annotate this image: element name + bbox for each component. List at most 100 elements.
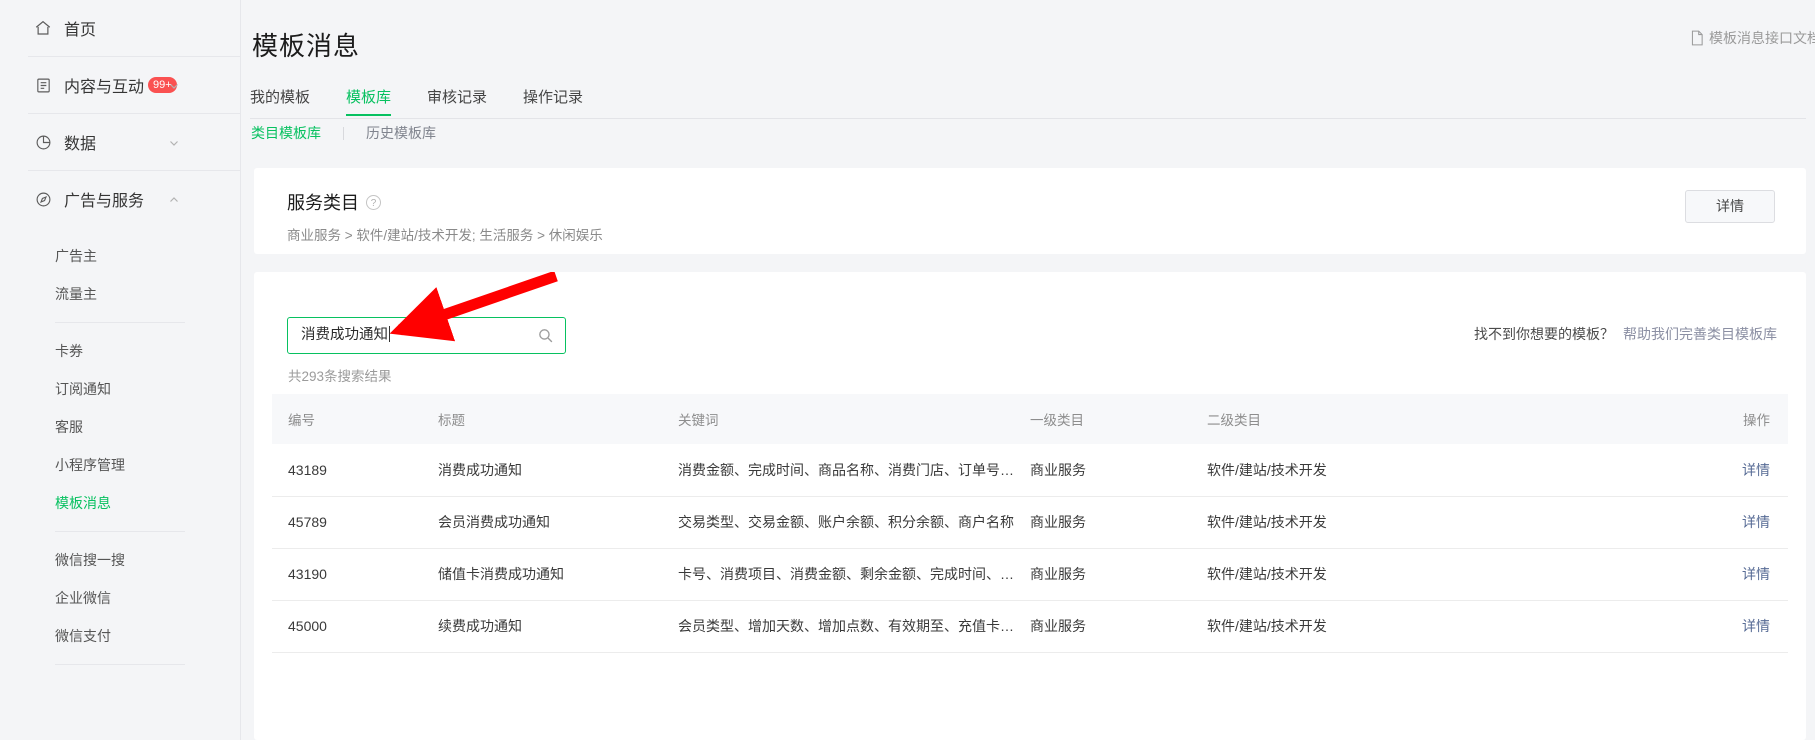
sidebar-item-ads-services[interactable]: 广告与服务 bbox=[0, 171, 240, 227]
cell-level2: 软件/建站/技术开发 bbox=[1191, 600, 1591, 652]
sidebar-item-subscribe-notify[interactable]: 订阅通知 bbox=[0, 370, 240, 408]
subtab-category-library[interactable]: 类目模板库 bbox=[251, 123, 321, 143]
cell-title: 续费成功通知 bbox=[422, 600, 662, 652]
col-header-level1: 一级类目 bbox=[1014, 394, 1191, 444]
improve-library-link[interactable]: 帮助我们完善类目模板库 bbox=[1623, 326, 1777, 342]
table-row[interactable]: 45000 续费成功通知 会员类型、增加天数、增加点数、有效期至、充值卡号、..… bbox=[272, 600, 1788, 652]
compass-icon bbox=[34, 190, 52, 208]
cell-action: 详情 bbox=[1591, 548, 1788, 600]
document-icon bbox=[1690, 30, 1704, 46]
tab-bar-divider bbox=[250, 118, 1806, 119]
help-icon[interactable]: ? bbox=[366, 195, 381, 210]
table-row[interactable]: 43190 储值卡消费成功通知 卡号、消费项目、消费金额、剩余金额、完成时间、卡… bbox=[272, 548, 1788, 600]
sidebar-item-content[interactable]: 内容与互动 99+ bbox=[0, 57, 240, 113]
col-header-action: 操作 bbox=[1591, 394, 1788, 444]
cell-title: 会员消费成功通知 bbox=[422, 496, 662, 548]
subtab-category-library-label: 类目模板库 bbox=[251, 125, 321, 141]
tab-my-templates-label: 我的模板 bbox=[250, 89, 310, 106]
sidebar-item-publisher[interactable]: 流量主 bbox=[0, 275, 240, 313]
sidebar-item-subscribe-notify-label: 订阅通知 bbox=[55, 379, 111, 399]
row-detail-link[interactable]: 详情 bbox=[1742, 514, 1770, 530]
no-template-question: 找不到你想要的模板？ bbox=[1474, 326, 1614, 342]
sidebar-item-advertiser-label: 广告主 bbox=[55, 246, 97, 266]
result-count: 共293条搜索结果 bbox=[288, 365, 392, 385]
cell-title: 消费成功通知 bbox=[422, 444, 662, 496]
template-results-card: 消费成功通知 找不到你想要的模板？ 帮助我们完善类目模板库 共293条搜索结果 编… bbox=[254, 272, 1806, 740]
sidebar-item-wechat-pay[interactable]: 微信支付 bbox=[0, 617, 240, 655]
template-message-doc-link-label: 模板消息接口文档 bbox=[1709, 28, 1815, 48]
sidebar-item-card-coupon-label: 卡券 bbox=[55, 341, 83, 361]
template-message-doc-link[interactable]: 模板消息接口文档 bbox=[1690, 28, 1815, 48]
sidebar-item-template-message[interactable]: 模板消息 bbox=[0, 484, 240, 522]
row-detail-link[interactable]: 详情 bbox=[1742, 462, 1770, 478]
service-category-path: 商业服务 > 软件/建站/技术开发; 生活服务 > 休闲娱乐 bbox=[287, 224, 603, 244]
sidebar-item-customer-service-label: 客服 bbox=[55, 417, 83, 437]
sidebar-item-advertiser[interactable]: 广告主 bbox=[0, 237, 240, 275]
sidebar-item-ads-services-label: 广告与服务 bbox=[64, 187, 144, 211]
tab-my-templates[interactable]: 我的模板 bbox=[250, 86, 310, 116]
sidebar-item-card-coupon[interactable]: 卡券 bbox=[0, 332, 240, 370]
cell-keywords: 卡号、消费项目、消费金额、剩余金额、完成时间、卡名... bbox=[662, 548, 1014, 600]
main-content: 模板消息接口文档 模板消息 我的模板 模板库 审核记录 操作记录 类目模板库 历… bbox=[241, 0, 1815, 740]
cell-level1: 商业服务 bbox=[1014, 496, 1191, 548]
search-icon[interactable] bbox=[537, 327, 554, 349]
sidebar-item-data[interactable]: 数据 bbox=[0, 114, 240, 170]
subtab-divider bbox=[343, 127, 344, 140]
page-root: 首页 内容与互动 99+ 数据 bbox=[0, 0, 1815, 740]
row-detail-link[interactable]: 详情 bbox=[1742, 566, 1770, 582]
service-category-card: 服务类目 ? 商业服务 > 软件/建站/技术开发; 生活服务 > 休闲娱乐 详情 bbox=[254, 168, 1806, 254]
service-category-title: 服务类目 bbox=[287, 189, 359, 215]
table-row[interactable]: 43189 消费成功通知 消费金额、完成时间、商品名称、消费门店、订单号、交..… bbox=[272, 444, 1788, 496]
sidebar-divider-5 bbox=[55, 531, 185, 532]
cell-keywords: 交易类型、交易金额、账户余额、积分余额、商户名称 bbox=[662, 496, 1014, 548]
data-pie-icon bbox=[34, 133, 52, 151]
tab-audit-records-label: 审核记录 bbox=[427, 89, 487, 106]
table-row[interactable]: 45789 会员消费成功通知 交易类型、交易金额、账户余额、积分余额、商户名称 … bbox=[272, 496, 1788, 548]
tab-audit-records[interactable]: 审核记录 bbox=[427, 86, 487, 116]
table-body: 43189 消费成功通知 消费金额、完成时间、商品名称、消费门店、订单号、交..… bbox=[272, 444, 1788, 652]
table-header-row: 编号 标题 关键词 一级类目 二级类目 操作 bbox=[272, 394, 1788, 444]
cell-action: 详情 bbox=[1591, 496, 1788, 548]
sub-spacer-a bbox=[0, 227, 240, 237]
cell-id: 43190 bbox=[272, 548, 422, 600]
chevron-down-icon[interactable] bbox=[168, 79, 180, 91]
sidebar-item-wechat-search[interactable]: 微信搜一搜 bbox=[0, 541, 240, 579]
sidebar-item-home[interactable]: 首页 bbox=[0, 0, 240, 56]
tab-operation-records[interactable]: 操作记录 bbox=[523, 86, 583, 116]
category-detail-button[interactable]: 详情 bbox=[1685, 190, 1775, 223]
sidebar-item-content-label: 内容与互动 bbox=[64, 73, 144, 97]
cell-level2: 软件/建站/技术开发 bbox=[1191, 444, 1591, 496]
sidebar-item-home-label: 首页 bbox=[64, 16, 96, 40]
row-detail-link[interactable]: 详情 bbox=[1742, 618, 1770, 634]
search-input-text: 消费成功通知 bbox=[301, 318, 390, 353]
chevron-down-icon[interactable] bbox=[168, 136, 180, 148]
col-header-keywords: 关键词 bbox=[662, 394, 1014, 444]
sidebar-item-wechat-search-label: 微信搜一搜 bbox=[55, 550, 125, 570]
sidebar-item-wecom-label: 企业微信 bbox=[55, 588, 111, 608]
search-input[interactable]: 消费成功通知 bbox=[287, 317, 566, 354]
content-icon bbox=[34, 76, 52, 94]
cell-action: 详情 bbox=[1591, 600, 1788, 652]
cell-keywords: 消费金额、完成时间、商品名称、消费门店、订单号、交... bbox=[662, 444, 1014, 496]
chevron-up-icon[interactable] bbox=[168, 193, 180, 205]
tab-template-library-label: 模板库 bbox=[346, 89, 391, 106]
sidebar-item-miniprogram[interactable]: 小程序管理 bbox=[0, 446, 240, 484]
sidebar-item-wechat-pay-label: 微信支付 bbox=[55, 626, 111, 646]
cell-level1: 商业服务 bbox=[1014, 548, 1191, 600]
tab-operation-records-label: 操作记录 bbox=[523, 89, 583, 106]
sidebar-item-customer-service[interactable]: 客服 bbox=[0, 408, 240, 446]
sidebar-item-wecom[interactable]: 企业微信 bbox=[0, 579, 240, 617]
search-input-value: 消费成功通知 bbox=[301, 327, 388, 343]
col-header-level2: 二级类目 bbox=[1191, 394, 1591, 444]
subtab-history-library[interactable]: 历史模板库 bbox=[366, 123, 436, 143]
sidebar-item-miniprogram-label: 小程序管理 bbox=[55, 455, 125, 475]
table-head: 编号 标题 关键词 一级类目 二级类目 操作 bbox=[272, 394, 1788, 444]
tab-template-library[interactable]: 模板库 bbox=[346, 86, 391, 116]
cell-id: 43189 bbox=[272, 444, 422, 496]
cell-action: 详情 bbox=[1591, 444, 1788, 496]
subtab-bar: 类目模板库 历史模板库 bbox=[251, 123, 436, 143]
col-header-id: 编号 bbox=[272, 394, 422, 444]
cell-id: 45789 bbox=[272, 496, 422, 548]
text-caret bbox=[389, 326, 390, 342]
cell-level1: 商业服务 bbox=[1014, 444, 1191, 496]
